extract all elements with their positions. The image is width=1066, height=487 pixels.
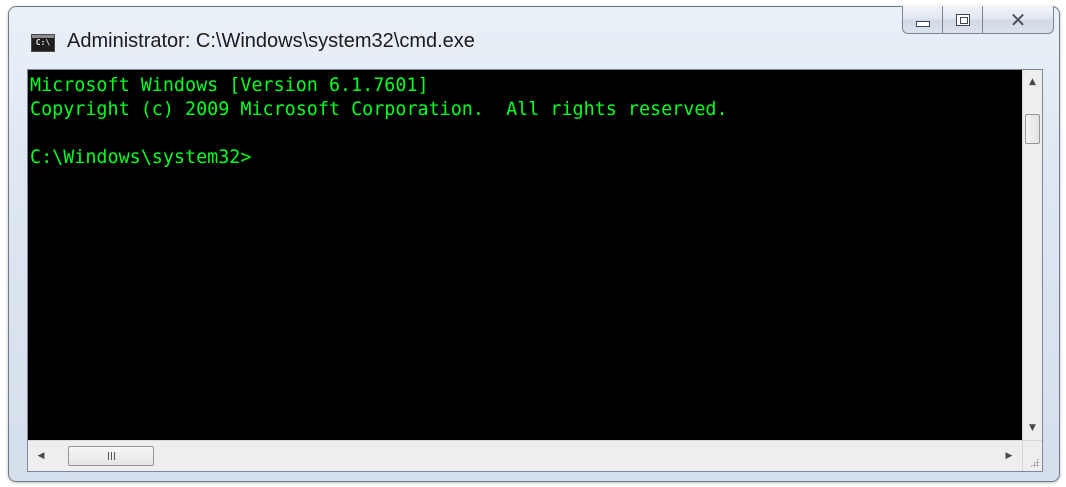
console-icon-label: C:\: [35, 38, 51, 47]
window-title: Administrator: C:\Windows\system32\cmd.e…: [67, 30, 475, 52]
console-icon-bar: [32, 35, 54, 38]
resize-grip[interactable]: [1022, 440, 1042, 471]
horizontal-scroll-thumb[interactable]: [68, 446, 154, 466]
scroll-up-icon[interactable]: ▲: [1023, 72, 1042, 92]
maximize-icon: [955, 13, 970, 26]
console-line-version: Microsoft Windows [Version 6.1.7601]: [30, 75, 429, 96]
scroll-right-icon[interactable]: ▶: [998, 441, 1020, 471]
console-client-area: Microsoft Windows [Version 6.1.7601] Cop…: [27, 69, 1043, 472]
caption-buttons: ✕: [902, 6, 1054, 36]
vertical-scrollbar[interactable]: ▲ ▼: [1022, 70, 1042, 440]
console-line-copyright: Copyright (c) 2009 Microsoft Corporation…: [30, 99, 728, 120]
scroll-down-icon[interactable]: ▼: [1023, 418, 1042, 438]
horizontal-scrollbar[interactable]: ◀ ▶: [28, 440, 1022, 471]
maximize-button[interactable]: [942, 6, 982, 34]
resize-grip-icon: [1030, 458, 1039, 467]
close-button[interactable]: ✕: [982, 6, 1054, 34]
console-prompt[interactable]: C:\Windows\system32>: [30, 146, 1022, 170]
thumb-grip-icon: [107, 452, 115, 460]
vertical-scroll-thumb[interactable]: [1025, 114, 1040, 144]
scroll-left-icon[interactable]: ◀: [30, 441, 52, 471]
cmd-window: C:\ Administrator: C:\Windows\system32\c…: [8, 6, 1060, 482]
minimize-icon: [915, 20, 930, 27]
minimize-button[interactable]: [902, 6, 942, 34]
title-bar[interactable]: C:\ Administrator: C:\Windows\system32\c…: [9, 6, 1059, 69]
close-icon: ✕: [1009, 7, 1027, 32]
console-icon[interactable]: C:\: [31, 34, 55, 52]
console-output[interactable]: Microsoft Windows [Version 6.1.7601] Cop…: [28, 70, 1022, 440]
